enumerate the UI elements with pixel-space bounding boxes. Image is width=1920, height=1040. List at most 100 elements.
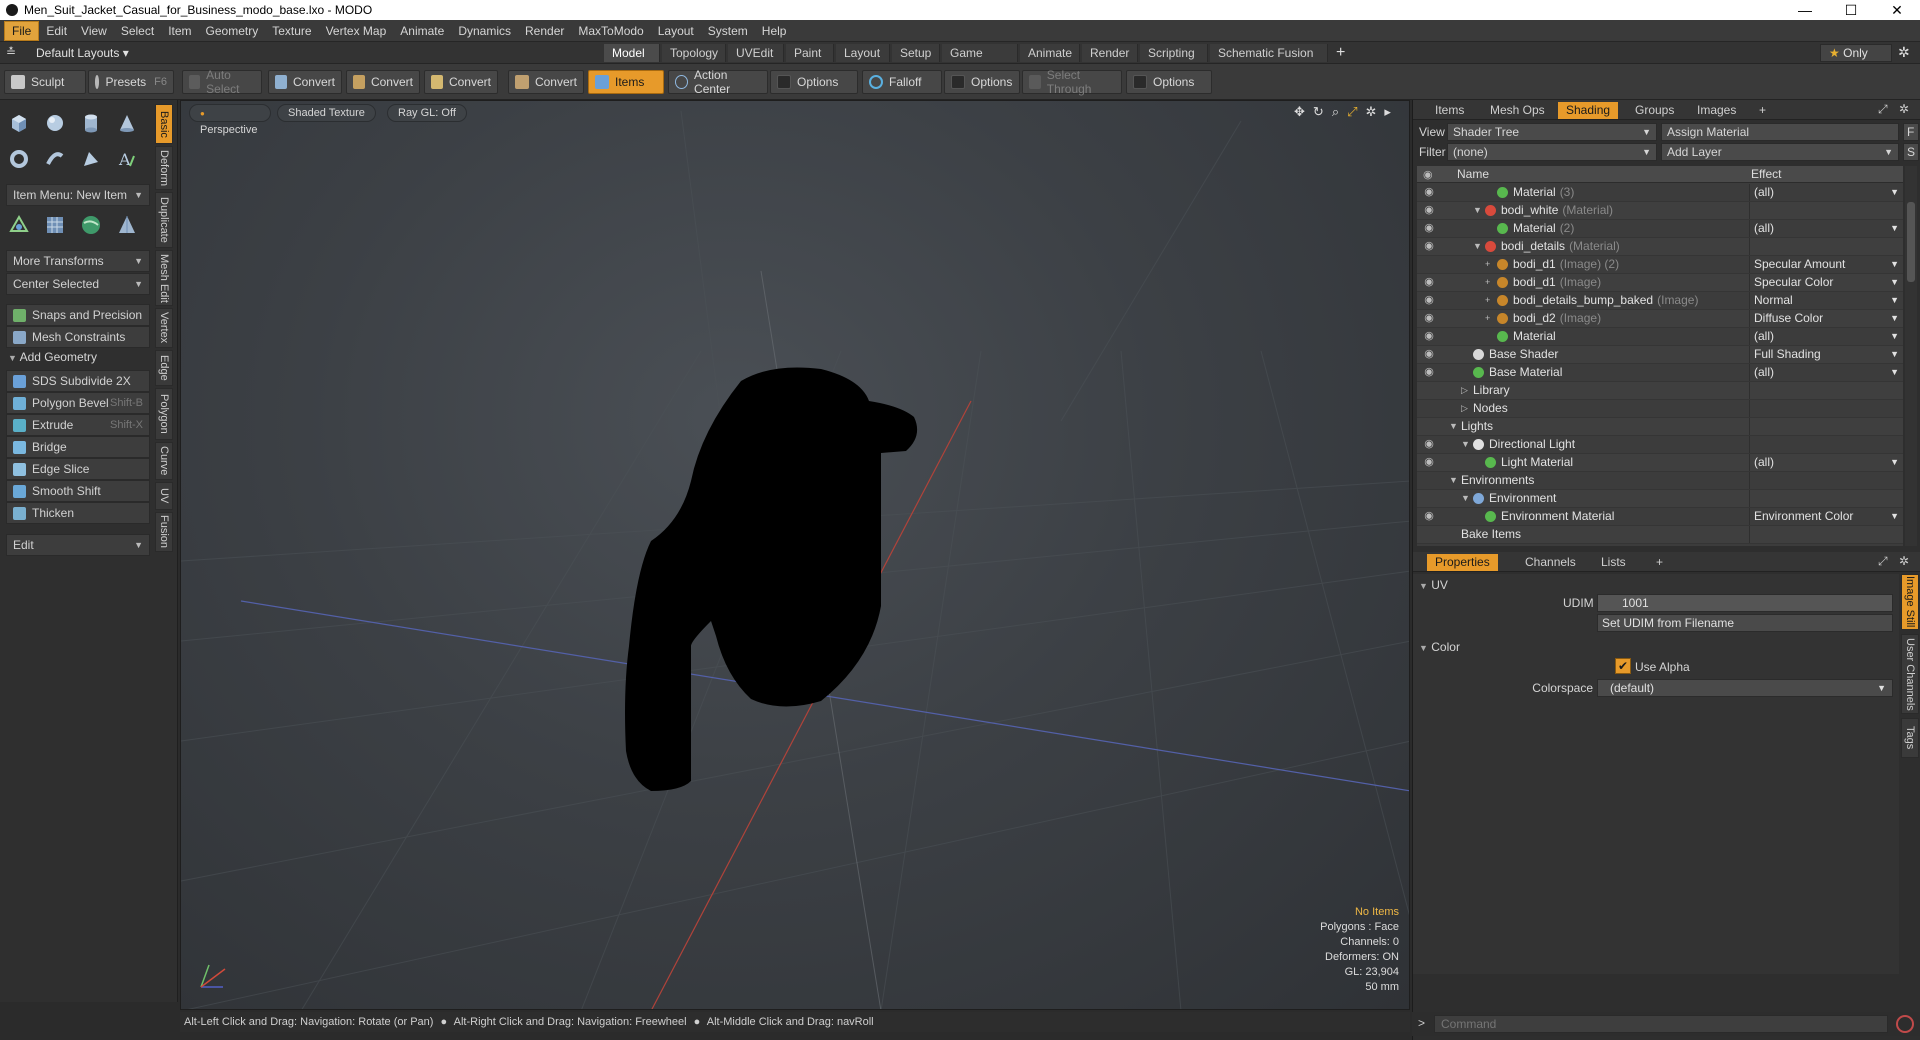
side-tab-user-channels[interactable]: User Channels (1901, 634, 1919, 714)
effect-dropdown[interactable] (1749, 436, 1903, 453)
add-geometry-section[interactable]: ▼ Add Geometry (8, 350, 97, 364)
side-tab-image-still[interactable]: Image Still (1901, 574, 1919, 630)
visibility-eye-icon[interactable]: ◉ (1423, 276, 1435, 288)
layout-tab-game-tools[interactable]: Game Tools (942, 44, 1018, 78)
pan-icon[interactable]: ✥ (1294, 104, 1305, 120)
layout-tab-scripting[interactable]: Scripting (1140, 44, 1208, 62)
color-section-header[interactable]: ▼ Color (1419, 640, 1460, 654)
shader-tree-row[interactable]: + bodi_d1 (Image) (2) Specular Amount ▼ (1417, 256, 1903, 274)
falloff-options-button[interactable]: Options (944, 70, 1020, 94)
shader-tree-row[interactable]: ◉ ▼ bodi_white (Material) (1417, 202, 1903, 220)
tool-edge-slice[interactable]: Edge Slice (6, 458, 150, 480)
effect-dropdown[interactable] (1749, 418, 1903, 435)
locator-icon[interactable] (4, 210, 34, 240)
tree-toggle-icon[interactable]: ▼ (1461, 490, 1471, 507)
expand-arrow-icon[interactable]: ▸ (1384, 104, 1391, 120)
effect-dropdown[interactable]: Full Shading ▼ (1749, 346, 1903, 363)
more-transforms-dropdown[interactable]: More Transforms ▼ (6, 250, 150, 272)
vtab-basic[interactable]: Basic (155, 104, 173, 144)
item-menu-dropdown[interactable]: Item Menu: New Item ▼ (6, 184, 150, 206)
effect-dropdown[interactable]: (all) ▼ (1749, 184, 1903, 201)
3d-viewport[interactable]: ● Perspective Shaded Texture Ray GL: Off… (180, 100, 1410, 1010)
uv-section-header[interactable]: ▼ UV (1419, 578, 1448, 592)
vtab-uv[interactable]: UV (155, 482, 173, 510)
effect-dropdown[interactable] (1749, 382, 1903, 399)
visibility-eye-icon[interactable]: ◉ (1423, 366, 1435, 378)
shader-tree-row[interactable]: Bake Items (1417, 526, 1903, 544)
menu-vertex-map[interactable]: Vertex Map (319, 20, 394, 42)
shader-tree-row[interactable]: ◉ Base Shader Full Shading ▼ (1417, 346, 1903, 364)
menu-maxtomodo[interactable]: MaxToModo (571, 20, 650, 42)
pen-tool-icon[interactable] (76, 144, 106, 174)
tool-polygon-bevel[interactable]: Polygon Bevel Shift-B (6, 392, 150, 414)
shader-tree-scrollbar[interactable] (1905, 166, 1917, 546)
effect-dropdown[interactable] (1749, 490, 1903, 507)
menu-render[interactable]: Render (518, 20, 571, 42)
shader-tree-row[interactable]: ◉ ▼ Directional Light (1417, 436, 1903, 454)
menu-select[interactable]: Select (114, 20, 161, 42)
use-alpha-checkbox[interactable]: ✔ (1615, 658, 1631, 674)
vtab-curve[interactable]: Curve (155, 442, 173, 480)
shader-tree-row[interactable]: ◉ Environment Material Environment Color ▼ (1417, 508, 1903, 526)
shader-tree-row[interactable]: ◉ Material (all) ▼ (1417, 328, 1903, 346)
visibility-eye-icon[interactable]: ◉ (1423, 348, 1435, 360)
visibility-eye-icon[interactable]: ◉ (1423, 312, 1435, 324)
shader-tree-row[interactable]: ▼ Environment (1417, 490, 1903, 508)
center-selected-dropdown[interactable]: Center Selected ▼ (6, 273, 150, 295)
vtab-duplicate[interactable]: Duplicate (155, 192, 173, 248)
side-tab-tags[interactable]: Tags (1901, 718, 1919, 758)
shader-tree-row[interactable]: ▼ Lights (1417, 418, 1903, 436)
effect-dropdown[interactable]: (all) ▼ (1749, 454, 1903, 471)
menu-system[interactable]: System (701, 20, 755, 42)
layout-tab-paint[interactable]: Paint (786, 44, 834, 62)
layout-tab-render[interactable]: Render (1082, 44, 1138, 62)
view-dropdown[interactable]: Shader Tree ▼ (1447, 123, 1657, 141)
items-mode-button[interactable]: Items (588, 70, 664, 94)
shading-mode-button[interactable]: Shaded Texture (277, 104, 376, 122)
tree-toggle-icon[interactable]: ▼ (1449, 418, 1459, 435)
effect-dropdown[interactable]: Environment Color ▼ (1749, 508, 1903, 525)
panel-gear-icon[interactable]: ✲ (1899, 102, 1909, 116)
effect-dropdown[interactable] (1749, 526, 1903, 543)
menu-geometry[interactable]: Geometry (199, 20, 266, 42)
layout-tab-uvedit[interactable]: UVEdit (728, 44, 784, 62)
minimize-icon[interactable]: — (1782, 0, 1828, 20)
fit-icon[interactable]: ⤢ (1347, 104, 1357, 120)
tool-smooth-shift[interactable]: Smooth Shift (6, 480, 150, 502)
tree-toggle-icon[interactable]: + (1485, 292, 1495, 309)
visibility-eye-icon[interactable]: ◉ (1423, 438, 1435, 450)
f-button[interactable]: F (1903, 123, 1919, 141)
layout-tab-topology[interactable]: Topology (662, 44, 726, 62)
tool-extrude[interactable]: Extrude Shift-X (6, 414, 150, 436)
command-input[interactable] (1434, 1015, 1888, 1033)
add-tab-icon[interactable]: + (1648, 554, 1671, 571)
cone-primitive-icon[interactable] (112, 108, 142, 138)
tool-thicken[interactable]: Thicken (6, 502, 150, 524)
effect-dropdown[interactable]: (all) ▼ (1749, 220, 1903, 237)
visibility-eye-icon[interactable]: ◉ (1423, 510, 1435, 522)
grid-plane-icon[interactable] (40, 210, 70, 240)
visibility-eye-icon[interactable]: ◉ (1423, 330, 1435, 342)
properties-expand-icon[interactable]: ⤢ (1878, 554, 1888, 569)
presets-button[interactable]: Presets F6 (88, 70, 174, 94)
add-tab-icon[interactable]: + (1751, 102, 1774, 119)
menu-layout[interactable]: Layout (651, 20, 701, 42)
visibility-eye-icon[interactable]: ◉ (1423, 456, 1435, 468)
effect-dropdown[interactable]: Specular Color ▼ (1749, 274, 1903, 291)
effect-column-header[interactable]: Effect (1751, 167, 1781, 181)
zoom-icon[interactable]: ⌕ (1332, 104, 1339, 120)
shader-tree-row[interactable]: ◉ Base Material (all) ▼ (1417, 364, 1903, 382)
view-type-button[interactable]: ● Perspective (189, 104, 271, 136)
visibility-eye-icon[interactable]: ◉ (1423, 294, 1435, 306)
visibility-eye-icon[interactable]: ◉ (1423, 222, 1435, 234)
properties-tab-properties[interactable]: Properties (1427, 554, 1498, 571)
raygl-toggle[interactable]: Ray GL: Off (387, 104, 467, 122)
effect-dropdown[interactable] (1749, 202, 1903, 219)
visibility-eye-icon[interactable]: ◉ (1423, 204, 1435, 216)
gear-icon[interactable]: ✲ (1898, 44, 1910, 61)
properties-tab-lists[interactable]: Lists (1593, 554, 1634, 571)
tree-toggle-icon[interactable]: + (1485, 310, 1495, 327)
name-column-header[interactable]: Name (1457, 167, 1489, 181)
menu-texture[interactable]: Texture (265, 20, 318, 42)
shader-tree-row[interactable]: ◉ Material (3) (all) ▼ (1417, 184, 1903, 202)
